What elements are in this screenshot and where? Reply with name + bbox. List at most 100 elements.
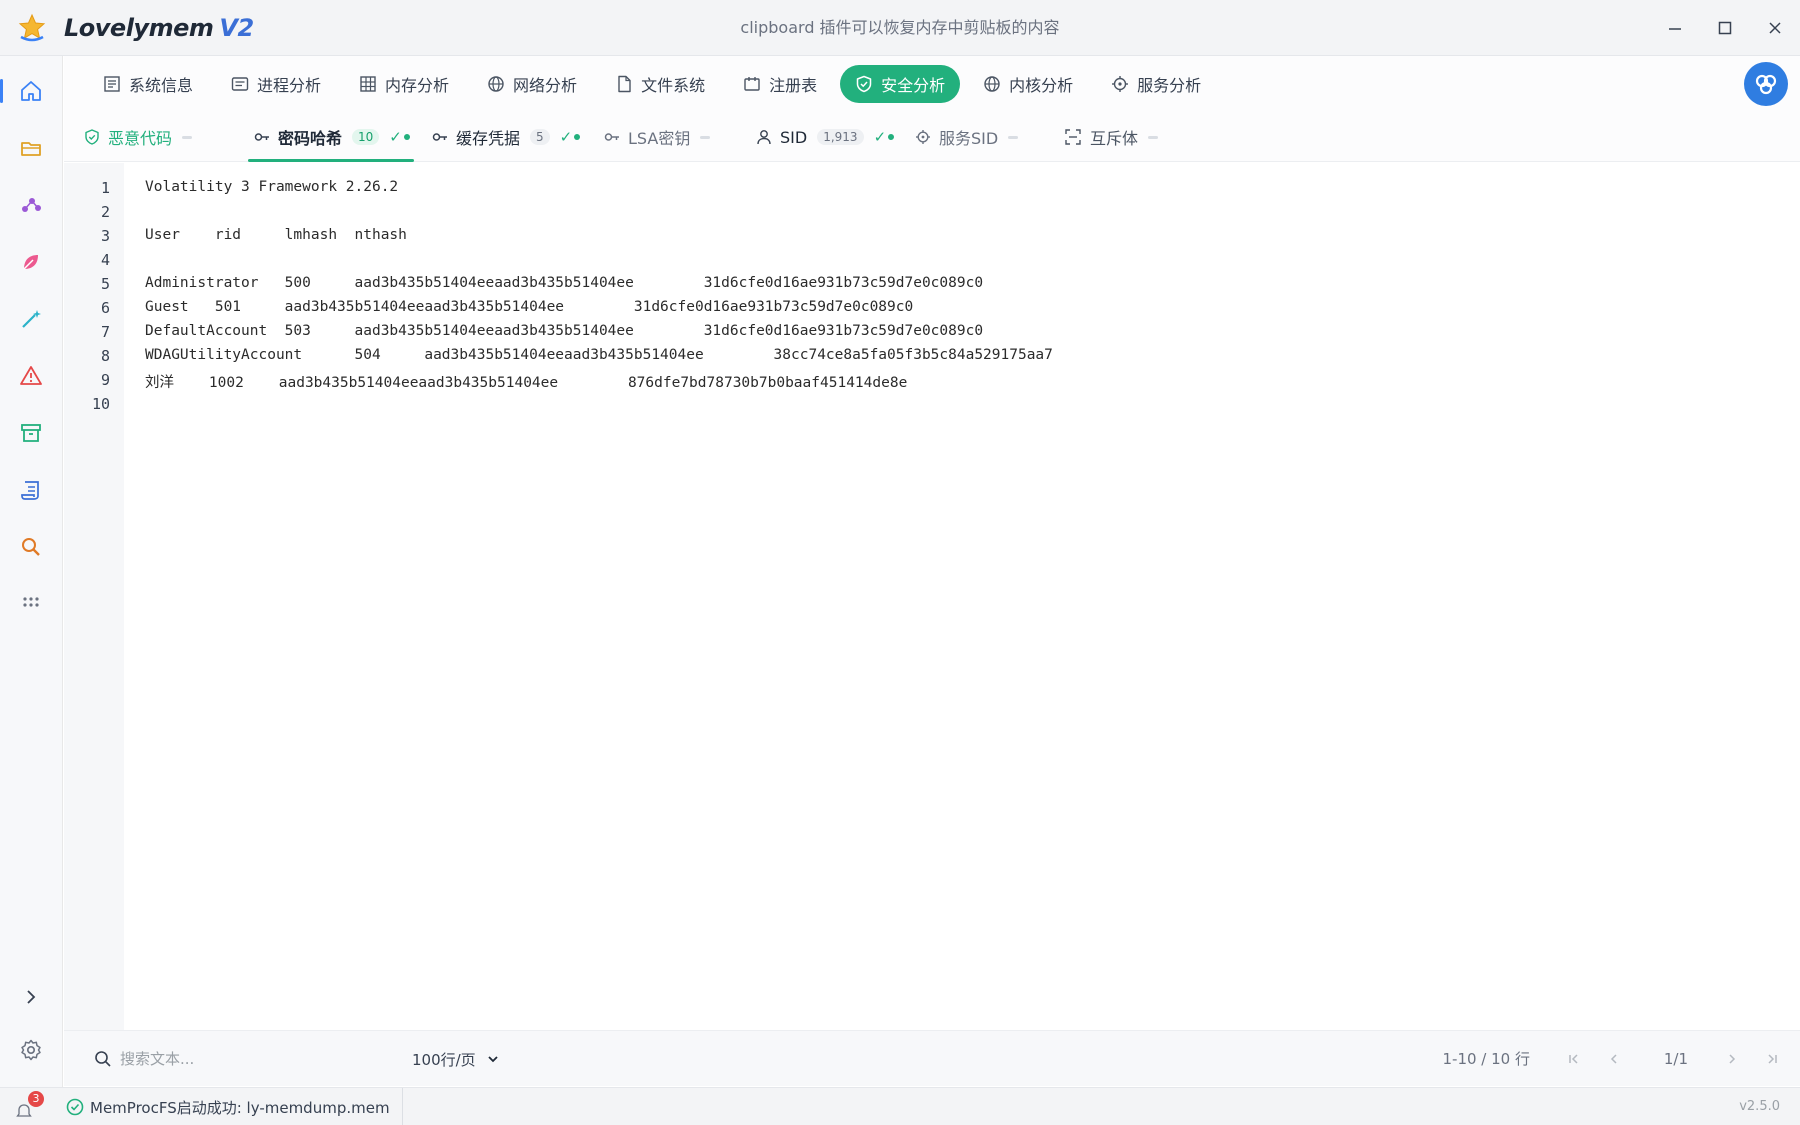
last-page-button[interactable] (1758, 1045, 1786, 1073)
search-box (84, 1040, 384, 1078)
sidebar-item-plugin[interactable] (0, 239, 62, 285)
sidebar-item-search[interactable] (0, 524, 62, 570)
line-number: 10 (91, 395, 110, 413)
app-title: Lovelymem V2 (64, 14, 254, 42)
status-dot (403, 134, 410, 140)
code-line: User rid lmhash nthash (145, 227, 407, 243)
output-editor[interactable]: 1 2 3 4 5 6 7 8 9 10 Volatility 3 Framew… (64, 163, 1800, 1030)
last-page-icon (1768, 1054, 1777, 1064)
key-icon (604, 133, 619, 141)
count-badge: 5 (530, 129, 550, 145)
minimize-button[interactable] (1650, 0, 1700, 56)
nodes-icon (22, 198, 41, 212)
tab-memory-analysis[interactable]: 内存分析 (344, 65, 464, 103)
document-list-icon (104, 76, 120, 92)
search-icon (22, 538, 40, 556)
sidebar-expand-button[interactable] (0, 974, 62, 1020)
subtab-label: SID (780, 127, 808, 147)
app-name: Lovelymem (64, 13, 214, 42)
main-tab-bar: 系统信息 进程分析 内存分析 网络分析 文件系统 注册表 安全分析 内核分析 服… (64, 56, 1800, 112)
scroll-icon (21, 481, 39, 500)
code-line: Administrator 500 aad3b435b51404eeaad3b4… (145, 275, 984, 291)
sidebar-item-home[interactable] (0, 68, 62, 114)
maximize-icon (1718, 21, 1732, 35)
subtab-service-sid[interactable]: 服务SID (915, 112, 1019, 162)
prev-page-button[interactable] (1600, 1045, 1628, 1073)
first-page-button[interactable] (1560, 1045, 1588, 1073)
magic-wand-icon (22, 310, 41, 328)
tab-security-analysis[interactable]: 安全分析 (840, 65, 961, 103)
tab-file-system[interactable]: 文件系统 (600, 65, 720, 103)
page-size-value: 100行/页 (412, 1050, 476, 1069)
subtab-cachedump[interactable]: 缓存凭据 5 ✓ (432, 112, 581, 162)
sidebar-item-logs[interactable] (0, 467, 62, 513)
status-message-text: MemProcFS启动成功: ly-memdump.mem (90, 1098, 390, 1117)
tab-network-analysis[interactable]: 网络分析 (472, 65, 592, 103)
next-page-button[interactable] (1718, 1045, 1746, 1073)
sidebar-item-apps[interactable] (0, 581, 62, 627)
tab-label: 内存分析 (385, 76, 450, 95)
check-icon: ✓ (873, 128, 887, 146)
calendar-icon (744, 77, 760, 91)
shield-check-icon (85, 129, 99, 145)
maximize-button[interactable] (1700, 0, 1750, 56)
code-line: 刘洋 1002 aad3b435b51404eeaad3b435b51404ee… (145, 375, 908, 391)
line-number-gutter: 1 2 3 4 5 6 7 8 9 10 (64, 163, 124, 1030)
tab-service-analysis[interactable]: 服务分析 (1096, 65, 1216, 103)
status-dot (888, 134, 895, 140)
line-number: 4 (100, 251, 110, 269)
editor-footer: 100行/页 1-10 / 10 行 1/1 (64, 1030, 1800, 1086)
sidebar-item-tools[interactable] (0, 296, 62, 342)
key-icon (432, 133, 447, 141)
tab-label: 进程分析 (257, 76, 322, 95)
subtab-lsa[interactable]: LSA密钥 (604, 112, 711, 162)
tab-label: 注册表 (769, 76, 818, 95)
close-button[interactable] (1750, 0, 1800, 56)
sidebar-item-folder[interactable] (0, 125, 62, 171)
line-number: 8 (100, 347, 110, 365)
status-dot (574, 134, 581, 140)
first-page-icon (1569, 1054, 1578, 1064)
sidebar-item-settings[interactable] (0, 1027, 62, 1073)
row-range: 1-10 / 10 行 (1442, 1050, 1531, 1068)
gear-icon (21, 1039, 41, 1061)
notification-count-badge: 3 (28, 1091, 44, 1107)
leaf-icon (23, 255, 38, 270)
apps-grid-icon (23, 597, 39, 607)
chevron-left-icon (1610, 1054, 1617, 1064)
sidebar (0, 56, 63, 1087)
line-number: 6 (100, 299, 110, 317)
tab-label: 系统信息 (129, 76, 194, 95)
subtab-mutant[interactable]: 互斥体 (1064, 112, 1159, 162)
subtab-sid[interactable]: SID 1,913 ✓ (756, 112, 895, 162)
line-number: 3 (100, 227, 110, 245)
tab-process-analysis[interactable]: 进程分析 (216, 65, 336, 103)
count-badge: 10 (352, 129, 380, 145)
check-circle-icon (66, 1098, 84, 1116)
subtab-malware[interactable]: 恶意代码 (84, 112, 193, 162)
code-line: WDAGUtilityAccount 504 aad3b435b51404eea… (145, 347, 1053, 363)
search-icon (95, 1051, 111, 1067)
app-version-tag: V2 (219, 13, 254, 42)
subtab-label: 密码哈希 (278, 129, 343, 148)
sidebar-item-alerts[interactable] (0, 353, 62, 399)
tab-label: 服务分析 (1137, 76, 1202, 95)
code-line: DefaultAccount 503 aad3b435b51404eeaad3b… (145, 323, 984, 339)
subtab-label: 互斥体 (1090, 129, 1139, 148)
search-input[interactable] (120, 1050, 370, 1068)
subtab-label: LSA密钥 (628, 129, 691, 148)
star-logo-icon (18, 13, 46, 41)
status-idle-indicator (1148, 135, 1159, 139)
subtab-hashdump[interactable]: 密码哈希 10 ✓ (248, 112, 414, 162)
minimize-icon (1669, 28, 1681, 30)
subtab-label: 缓存凭据 (456, 129, 521, 148)
tab-system-info[interactable]: 系统信息 (88, 65, 208, 103)
sidebar-item-graph[interactable] (0, 182, 62, 228)
file-icon (618, 75, 631, 93)
sidebar-item-archive[interactable] (0, 410, 62, 456)
page-size-select[interactable]: 100行/页 (412, 1040, 500, 1078)
check-icon: ✓ (389, 128, 402, 146)
tab-kernel-analysis[interactable]: 内核分析 (968, 65, 1088, 103)
tab-registry[interactable]: 注册表 (728, 65, 832, 103)
cloud-sync-button[interactable] (1744, 62, 1788, 106)
